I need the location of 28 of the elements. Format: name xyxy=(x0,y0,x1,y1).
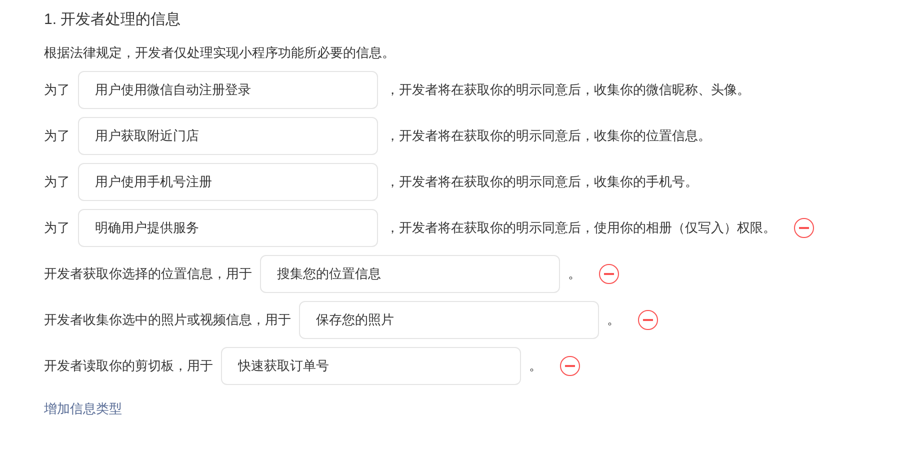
row-text: ，开发者将在获取你的明示同意后，收集你的位置信息。 xyxy=(386,127,711,146)
row-text: 。 xyxy=(568,265,581,284)
purpose-field[interactable]: 搜集您的位置信息 xyxy=(260,255,560,293)
row-text: ，开发者将在获取你的明示同意后，收集你的手机号。 xyxy=(386,173,698,192)
purpose-field[interactable]: 快速获取订单号 xyxy=(221,347,521,385)
purpose-field[interactable]: 用户使用手机号注册 xyxy=(78,163,378,201)
row-text: ，开发者将在获取你的明示同意后，使用你的相册（仅写入）权限。 xyxy=(386,219,776,238)
row-label: 开发者收集你选中的照片或视频信息，用于 xyxy=(44,311,291,330)
purpose-field[interactable]: 保存您的照片 xyxy=(299,301,599,339)
purpose-field[interactable]: 用户获取附近门店 xyxy=(78,117,378,155)
row-label: 为了 xyxy=(44,173,70,192)
row-label: 为了 xyxy=(44,81,70,100)
purpose-field[interactable]: 用户使用微信自动注册登录 xyxy=(78,71,378,109)
row-text: 。 xyxy=(607,311,620,330)
purpose-field[interactable]: 明确用户提供服务 xyxy=(78,209,378,247)
remove-icon[interactable] xyxy=(638,310,658,330)
remove-icon[interactable] xyxy=(599,264,619,284)
row-label: 开发者读取你的剪切板，用于 xyxy=(44,357,213,376)
remove-icon[interactable] xyxy=(560,356,580,376)
row-label: 开发者获取你选择的位置信息，用于 xyxy=(44,265,252,284)
row-label: 为了 xyxy=(44,127,70,146)
intro-text: 根据法律规定，开发者仅处理实现小程序功能所必要的信息。 xyxy=(44,44,395,62)
row-label: 为了 xyxy=(44,219,70,238)
add-info-type-link[interactable]: 增加信息类型 xyxy=(44,399,122,418)
row-text: 。 xyxy=(529,357,542,376)
section-title: 1. 开发者处理的信息 xyxy=(44,10,181,30)
row-text: ，开发者将在获取你的明示同意后，收集你的微信昵称、头像。 xyxy=(386,81,750,100)
remove-icon[interactable] xyxy=(794,218,814,238)
